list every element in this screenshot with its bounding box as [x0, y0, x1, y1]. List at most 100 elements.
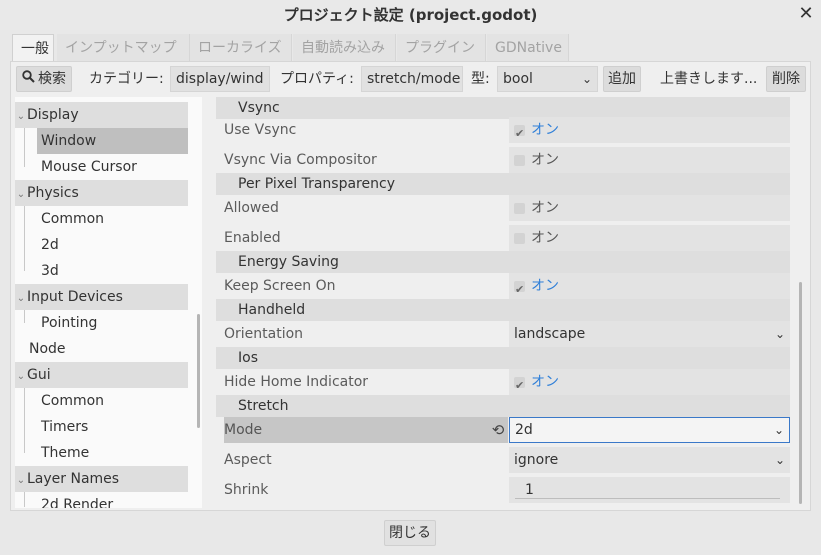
tree-item-physics-common[interactable]: Common: [37, 206, 188, 232]
spinbox-slider-track: [515, 498, 780, 499]
delete-button[interactable]: 削除: [766, 66, 806, 92]
prop-allowed-checkbox[interactable]: オン: [509, 195, 790, 221]
select-value: landscape: [514, 326, 586, 342]
prop-shrink-spinbox[interactable]: 1: [509, 477, 790, 503]
tree-item-label: Input Devices: [27, 289, 123, 305]
tab-autoload[interactable]: 自動読み込み: [293, 34, 396, 62]
tree-item-gui[interactable]: ⌄ Gui: [15, 362, 188, 388]
section-tree[interactable]: ⌄ Display Window Mouse Cursor ⌄ Physics Co…: [15, 97, 202, 508]
tree-item-label: Layer Names: [27, 471, 120, 487]
prop-orientation-label: Orientation: [224, 326, 304, 342]
tree-item-input-devices[interactable]: ⌄ Input Devices: [15, 284, 188, 310]
checkbox-label: オン: [531, 278, 559, 294]
tree-item-label: Gui: [27, 367, 51, 383]
tab-localization[interactable]: ローカライズ: [190, 34, 292, 62]
category-handheld: Handheld: [216, 299, 790, 321]
spinbox-value: 1: [525, 482, 534, 498]
prop-enabled-label: Enabled: [224, 230, 281, 246]
chevron-down-icon: ⌄: [16, 293, 26, 304]
tab-gdnative[interactable]: GDNative: [487, 34, 569, 62]
revert-icon[interactable]: ⟲: [489, 417, 507, 443]
tree-item-2d-render[interactable]: 2d Render: [37, 492, 188, 508]
category-label: カテゴリー:: [89, 71, 164, 87]
tree-item-window[interactable]: Window: [37, 128, 188, 154]
chevron-down-icon: ⌄: [16, 189, 26, 200]
tree-item-mouse-cursor[interactable]: Mouse Cursor: [37, 154, 188, 180]
category-ios: Ios: [216, 347, 790, 369]
prop-use-vsync-label: Use Vsync: [224, 122, 297, 138]
prop-keep-screen-on-checkbox[interactable]: オン: [509, 273, 790, 303]
tree-item-3d[interactable]: 3d: [37, 258, 188, 284]
type-select-value: bool: [503, 71, 533, 87]
close-icon[interactable]: ✕: [796, 4, 816, 24]
chevron-down-icon: ⌄: [16, 111, 26, 122]
tab-input-map[interactable]: インプットマップ: [57, 34, 190, 62]
prop-hide-home-indicator-label: Hide Home Indicator: [224, 374, 369, 390]
checkbox-unchecked-icon: [514, 154, 525, 166]
prop-shrink-label: Shrink: [224, 482, 269, 498]
chevron-down-icon: ⌄: [16, 371, 26, 382]
tab-general[interactable]: 一般: [12, 34, 54, 62]
tree-item-gui-common[interactable]: Common: [37, 388, 188, 414]
select-value: ignore: [514, 452, 559, 468]
override-button[interactable]: 上書きします...: [660, 66, 760, 92]
prop-vsync-compositor-label: Vsync Via Compositor: [224, 152, 377, 168]
checkbox-label: オン: [531, 200, 559, 216]
type-select[interactable]: bool ⌄: [497, 66, 598, 92]
prop-aspect-select[interactable]: ignore ⌄: [509, 447, 790, 473]
tree-item-label: Display: [27, 107, 79, 123]
prop-mode-label: Mode: [224, 422, 263, 438]
add-button[interactable]: 追加: [603, 66, 641, 92]
search-label: 検索: [38, 71, 66, 87]
select-value: 2d: [515, 422, 533, 438]
checkbox-checked-icon: [514, 121, 525, 147]
tab-plugins[interactable]: プラグイン: [397, 34, 486, 62]
prop-allowed-label: Allowed: [224, 200, 279, 216]
checkbox-unchecked-icon: [514, 232, 525, 244]
checkbox-label: オン: [531, 230, 559, 246]
prop-aspect-label: Aspect: [224, 452, 272, 468]
property-input[interactable]: stretch/mode: [361, 66, 463, 92]
prop-enabled-checkbox[interactable]: オン: [509, 225, 790, 251]
category-vsync: Vsync: [216, 97, 790, 119]
checkbox-label: オン: [531, 122, 559, 138]
tree-item-layer-names[interactable]: ⌄ Layer Names: [15, 466, 188, 492]
chevron-down-icon: ⌄: [773, 423, 784, 437]
category-input[interactable]: display/wind: [170, 66, 270, 92]
prop-keep-screen-on-label: Keep Screen On: [224, 278, 336, 294]
category-per-pixel-transparency: Per Pixel Transparency: [216, 173, 790, 195]
tree-item-label: Physics: [27, 185, 79, 201]
category-energy-saving: Energy Saving: [216, 251, 790, 273]
prop-use-vsync-checkbox[interactable]: オン: [509, 117, 790, 147]
category-stretch: Stretch: [216, 395, 790, 417]
inspector-scrollbar[interactable]: [799, 282, 802, 504]
checkbox-checked-icon: [514, 277, 525, 303]
type-label: 型:: [471, 71, 490, 87]
search-button[interactable]: 検索: [16, 66, 72, 92]
chevron-down-icon: ⌄: [581, 72, 592, 86]
tree-item-theme[interactable]: Theme: [37, 440, 188, 466]
tree-item-timers[interactable]: Timers: [37, 414, 188, 440]
checkbox-label: オン: [531, 152, 559, 168]
tree-item-physics[interactable]: ⌄ Physics: [15, 180, 188, 206]
tree-item-pointing[interactable]: Pointing: [37, 310, 188, 336]
checkbox-label: オン: [531, 374, 559, 390]
tree-item-2d[interactable]: 2d: [37, 232, 188, 258]
checkbox-unchecked-icon: [514, 202, 525, 214]
close-button[interactable]: 閉じる: [384, 520, 436, 546]
prop-vsync-compositor-checkbox[interactable]: オン: [509, 147, 790, 173]
tree-scrollbar[interactable]: [197, 314, 200, 428]
window-title: プロジェクト設定 (project.godot): [283, 6, 538, 24]
chevron-down-icon: ⌄: [774, 327, 785, 341]
tree-item-display[interactable]: ⌄ Display: [15, 102, 188, 128]
chevron-down-icon: ⌄: [774, 453, 785, 467]
prop-orientation-select[interactable]: landscape ⌄: [509, 321, 790, 347]
tree-item-node[interactable]: Node: [15, 336, 188, 362]
prop-hide-home-indicator-checkbox[interactable]: オン: [509, 369, 790, 399]
prop-mode-select[interactable]: 2d ⌄: [509, 417, 790, 443]
property-label: プロパティ:: [280, 71, 354, 87]
checkbox-checked-icon: [514, 373, 525, 399]
chevron-down-icon: ⌄: [16, 475, 26, 486]
search-icon: [22, 67, 35, 91]
property-inspector: Vsync Use Vsync オン Vsync Via Compositor …: [213, 97, 806, 508]
